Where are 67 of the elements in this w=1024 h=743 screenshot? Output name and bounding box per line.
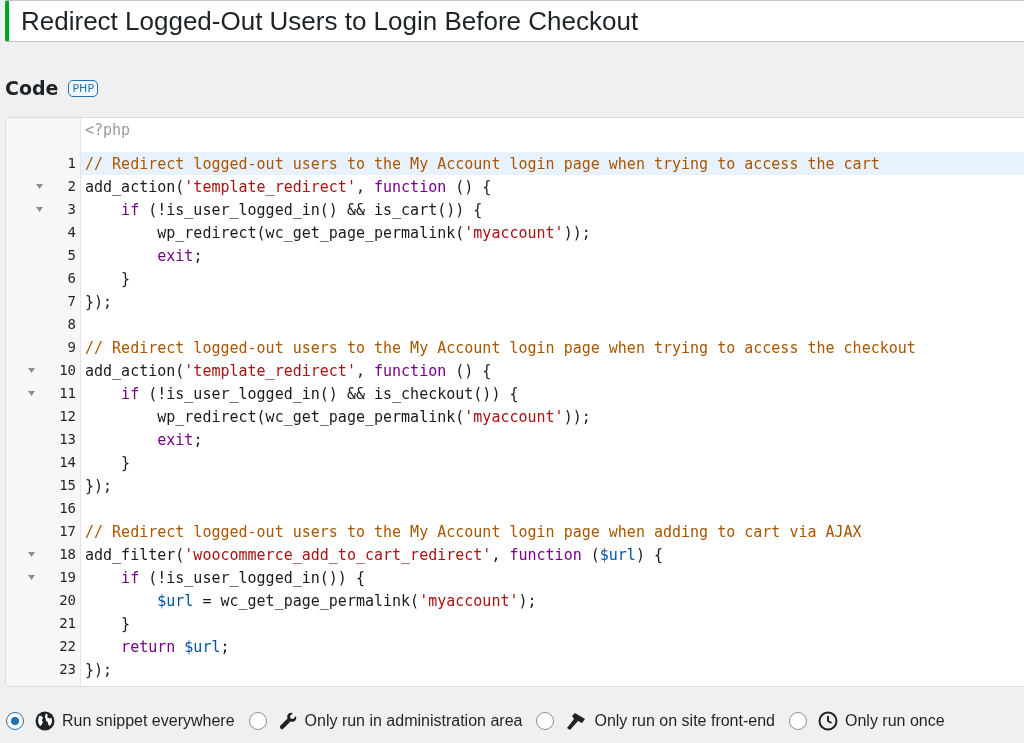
line-number: 4	[67, 223, 76, 242]
line-number: 10	[59, 361, 76, 380]
code-line: if (!is_user_logged_in() && is_cart()) {	[120, 201, 483, 219]
code-line: wp_redirect(wc_get_page_permalink('myaccount'));	[156, 408, 591, 426]
code-line: add_filter('woocommerce_add_to_cart_redirect', function ($url) {	[85, 546, 663, 564]
brush-icon	[565, 711, 588, 731]
line-number: 14	[59, 453, 76, 472]
radio-button[interactable]	[789, 712, 807, 730]
language-badge: PHP	[68, 79, 99, 97]
code-line: exit;	[156, 247, 203, 265]
fold-arrow-icon[interactable]	[27, 391, 35, 396]
fold-arrow-icon[interactable]	[36, 184, 44, 189]
code-line: if (!is_user_logged_in()) {	[120, 569, 365, 587]
radio-button[interactable]	[248, 712, 267, 730]
line-number: 5	[67, 246, 76, 265]
line-number: 22	[59, 637, 76, 656]
code-line: // Redirect logged-out users to the My Account login page when trying to access the checkout	[85, 339, 916, 357]
section-heading: Code	[5, 77, 59, 99]
line-number: 19	[59, 568, 76, 587]
code-line: });	[85, 477, 113, 495]
code-line: // Redirect logged-out users to the My Account login page when trying to access the cart	[85, 155, 880, 173]
line-number: 12	[59, 407, 76, 426]
line-number: 7	[67, 292, 76, 311]
line-number: 17	[59, 522, 76, 541]
radio-button[interactable]	[6, 712, 24, 730]
line-number: 16	[59, 499, 76, 518]
line-number: 23	[59, 660, 76, 679]
code-line: add_action('template_redirect', function () {	[85, 178, 492, 196]
code-line: }	[120, 615, 131, 633]
code-line: });	[85, 293, 113, 311]
code-line: <?php	[85, 121, 131, 139]
line-number: 1	[67, 154, 76, 173]
code-line: add_action('template_redirect', function () {	[85, 362, 492, 380]
line-number: 11	[59, 384, 76, 403]
clock-icon	[818, 711, 838, 731]
radio-label[interactable]: Only run once	[845, 712, 945, 730]
code-line: });	[85, 661, 113, 679]
code-line: exit;	[156, 431, 203, 449]
line-number: 21	[59, 614, 76, 633]
code-editor[interactable]	[5, 117, 1024, 687]
code-line: if (!is_user_logged_in() && is_checkout()) {	[120, 385, 519, 403]
line-number: 8	[67, 315, 76, 334]
wrench-icon	[277, 711, 298, 731]
line-number: 13	[59, 430, 76, 449]
line-number: 15	[59, 476, 76, 495]
line-number: 3	[67, 200, 76, 219]
fold-arrow-icon[interactable]	[27, 368, 35, 373]
radio-label[interactable]: Only run on site front-end	[594, 712, 775, 730]
fold-arrow-icon[interactable]	[27, 575, 35, 580]
radio-label[interactable]: Run snippet everywhere	[62, 712, 235, 730]
fold-arrow-icon[interactable]	[27, 552, 35, 557]
code-line: return $url;	[120, 638, 230, 656]
line-number: 20	[59, 591, 76, 610]
line-number: 2	[67, 177, 76, 196]
title-field[interactable]: Redirect Logged-Out Users to Login Before Checkout	[5, 0, 1024, 42]
fold-arrow-icon[interactable]	[36, 207, 44, 212]
code-line: }	[120, 454, 131, 472]
line-number: 18	[59, 545, 76, 564]
radio-label[interactable]: Only run in administration area	[304, 712, 523, 730]
line-number: 9	[67, 338, 76, 357]
line-number: 6	[67, 269, 76, 288]
code-line: }	[120, 270, 131, 288]
radio-button[interactable]	[536, 712, 555, 730]
code-line: wp_redirect(wc_get_page_permalink('myaccount'));	[156, 224, 591, 242]
globe-icon	[35, 711, 55, 731]
code-line: // Redirect logged-out users to the My Account login page when adding to cart via AJAX	[85, 523, 862, 541]
code-line: $url = wc_get_page_permalink('myaccount');	[156, 592, 537, 610]
